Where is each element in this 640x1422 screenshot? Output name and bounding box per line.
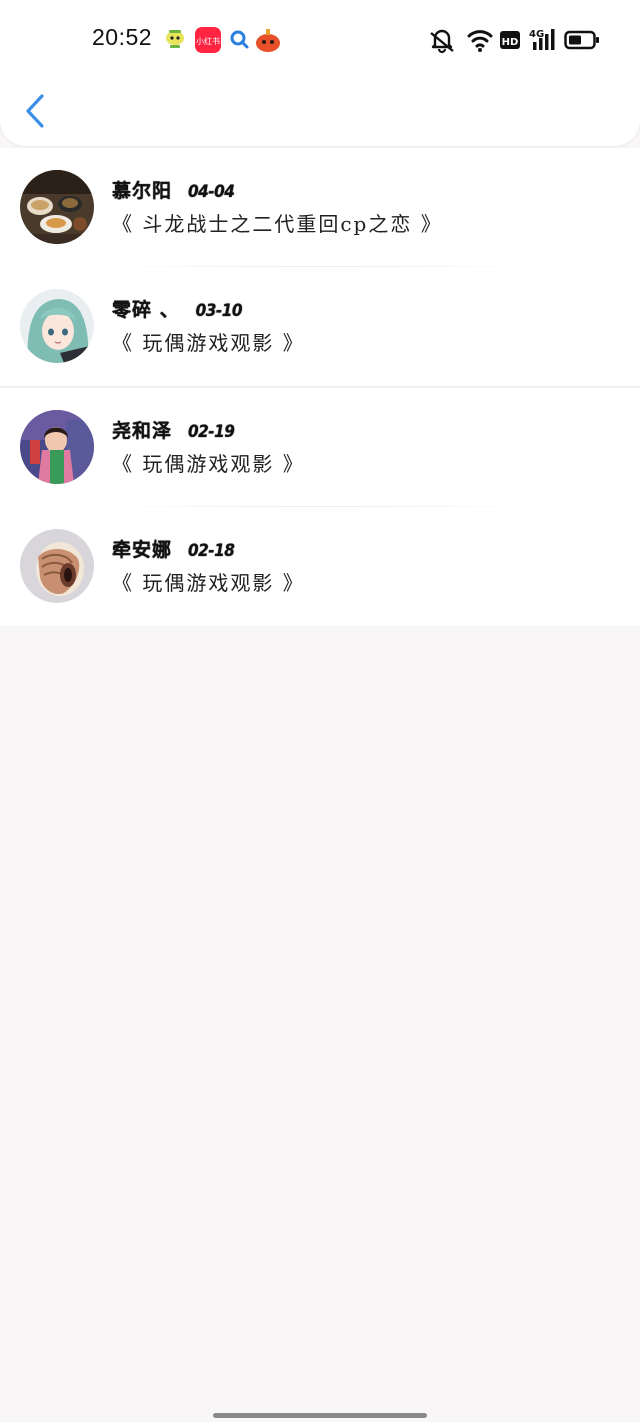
reader-name-text: 慕尔阳 bbox=[112, 180, 173, 202]
list-item[interactable]: 尧和泽 02-19 《 玩偶游戏观影 》 bbox=[0, 386, 640, 507]
anime-girl-avatar bbox=[20, 289, 94, 363]
status-bar: 20:52 小红书 HD 4G bbox=[0, 0, 640, 80]
reader-name: 慕尔阳 04-04 bbox=[112, 176, 235, 203]
xiaohongshu-app-icon: 小红书 bbox=[195, 27, 221, 53]
game-app-icon bbox=[256, 29, 280, 52]
work-title[interactable]: 《 玩偶游戏观影 》 bbox=[112, 567, 305, 596]
list-item[interactable]: 牵安娜 02-18 《 玩偶游戏观影 》 bbox=[0, 507, 640, 626]
reader-list: 慕尔阳 04-04 《 斗龙战士之二代重回cp之恋 》 零碎 、 03-10 《 玩… bbox=[0, 148, 640, 626]
reader-name: 牵安娜 02-18 bbox=[112, 535, 235, 562]
list-item[interactable]: 零碎 、 03-10 《 玩偶游戏观影 》 bbox=[0, 267, 640, 386]
xiaohongshu-badge-text: 小红书 bbox=[196, 36, 220, 46]
back-button[interactable] bbox=[18, 86, 62, 136]
food-photo-avatar bbox=[20, 170, 94, 244]
search-app-icon bbox=[230, 30, 249, 49]
work-title[interactable]: 《 斗龙战士之二代重回cp之恋 》 bbox=[112, 208, 443, 237]
reader-name-text: 牵安娜 bbox=[112, 539, 173, 561]
status-time: 20:52 bbox=[92, 24, 153, 50]
reader-name-text: 零碎 、 bbox=[112, 299, 180, 321]
avatar[interactable] bbox=[20, 410, 94, 484]
read-date: 03-10 bbox=[195, 301, 243, 321]
wifi-icon bbox=[467, 30, 493, 52]
battery-icon bbox=[564, 30, 599, 50]
hd-icon: HD bbox=[500, 31, 520, 49]
mute-bell-icon bbox=[430, 29, 454, 54]
reader-name-text: 尧和泽 bbox=[112, 420, 173, 442]
avatar[interactable] bbox=[20, 529, 94, 603]
work-title[interactable]: 《 玩偶游戏观影 》 bbox=[112, 327, 305, 356]
sprite-app-icon bbox=[166, 30, 184, 48]
read-date: 02-18 bbox=[188, 541, 235, 561]
avatar[interactable] bbox=[20, 289, 94, 363]
home-indicator[interactable] bbox=[213, 1413, 427, 1418]
read-date: 04-04 bbox=[188, 182, 235, 202]
read-date: 02-19 bbox=[188, 422, 235, 442]
work-title[interactable]: 《 玩偶游戏观影 》 bbox=[112, 448, 305, 477]
reader-name: 尧和泽 02-19 bbox=[112, 416, 235, 443]
hd-label: HD bbox=[502, 37, 519, 48]
signal-4g-icon: 4G bbox=[529, 29, 555, 50]
girl-photo-avatar bbox=[20, 410, 94, 484]
avatar[interactable] bbox=[20, 170, 94, 244]
list-item[interactable]: 慕尔阳 04-04 《 斗龙战士之二代重回cp之恋 》 bbox=[0, 148, 640, 267]
chevron-left-icon bbox=[26, 94, 44, 128]
top-header: 20:52 小红书 HD 4G bbox=[0, 0, 640, 146]
nautilus-shell-avatar bbox=[20, 529, 94, 603]
reader-name: 零碎 、 03-10 bbox=[112, 295, 243, 322]
